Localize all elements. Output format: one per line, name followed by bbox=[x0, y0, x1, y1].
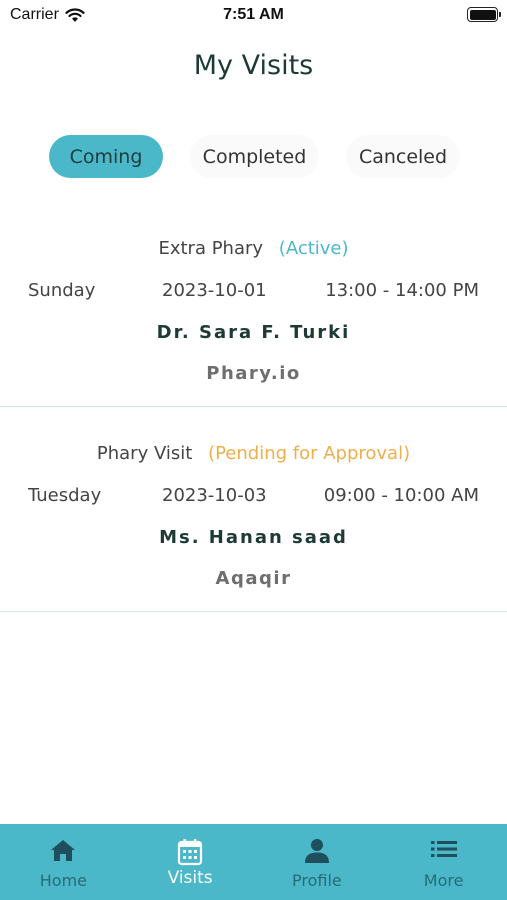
visit-day: Tuesday bbox=[28, 485, 102, 506]
visit-status-badge: (Pending for Approval) bbox=[208, 443, 411, 464]
nav-profile[interactable]: Profile bbox=[254, 824, 381, 900]
battery-icon bbox=[467, 7, 501, 22]
nav-more[interactable]: More bbox=[380, 824, 507, 900]
visit-type: Phary Visit bbox=[96, 443, 193, 464]
visit-header: Extra Phary (Active) bbox=[0, 238, 507, 259]
nav-home-label: Home bbox=[39, 871, 87, 890]
nav-visits[interactable]: Visits bbox=[127, 824, 254, 900]
home-icon bbox=[51, 840, 76, 861]
person-icon bbox=[304, 839, 329, 863]
visit-header: Phary Visit (Pending for Approval) bbox=[0, 443, 507, 464]
nav-profile-label: Profile bbox=[292, 871, 342, 890]
visit-status-badge: (Active) bbox=[278, 238, 349, 259]
nav-more-label: More bbox=[423, 871, 464, 890]
visit-day: Sunday bbox=[28, 280, 96, 301]
visit-card[interactable]: Extra Phary (Active) Sunday 2023-10-01 1… bbox=[0, 202, 507, 407]
tab-completed[interactable]: Completed bbox=[190, 135, 319, 178]
doctor-name: Ms. Hanan saad bbox=[159, 527, 348, 548]
visit-card[interactable]: Phary Visit (Pending for Approval) Tuesd… bbox=[0, 407, 507, 612]
visit-location: Phary.io bbox=[206, 363, 301, 384]
list-icon bbox=[430, 841, 457, 857]
visit-date: 2023-10-03 bbox=[162, 485, 267, 506]
page-title: My Visits bbox=[193, 50, 314, 81]
bottom-tab-bar: Home Visits Profile More bbox=[0, 824, 507, 900]
visit-date: 2023-10-01 bbox=[162, 280, 267, 301]
doctor-name: Dr. Sara F. Turki bbox=[156, 322, 351, 343]
clock: 7:51 AM bbox=[223, 6, 284, 23]
visit-time: 13:00 - 14:00 PM bbox=[325, 280, 479, 301]
visit-type: Extra Phary bbox=[158, 238, 264, 259]
nav-visits-label: Visits bbox=[167, 868, 213, 888]
nav-home[interactable]: Home bbox=[0, 824, 127, 900]
visit-location: Aqaqir bbox=[215, 568, 292, 589]
tab-coming[interactable]: Coming bbox=[49, 135, 163, 178]
visit-time: 09:00 - 10:00 AM bbox=[323, 485, 479, 506]
calendar-icon bbox=[178, 839, 203, 866]
tab-canceled[interactable]: Canceled bbox=[346, 135, 460, 178]
status-bar: Carrier 7:51 AM bbox=[0, 0, 507, 30]
